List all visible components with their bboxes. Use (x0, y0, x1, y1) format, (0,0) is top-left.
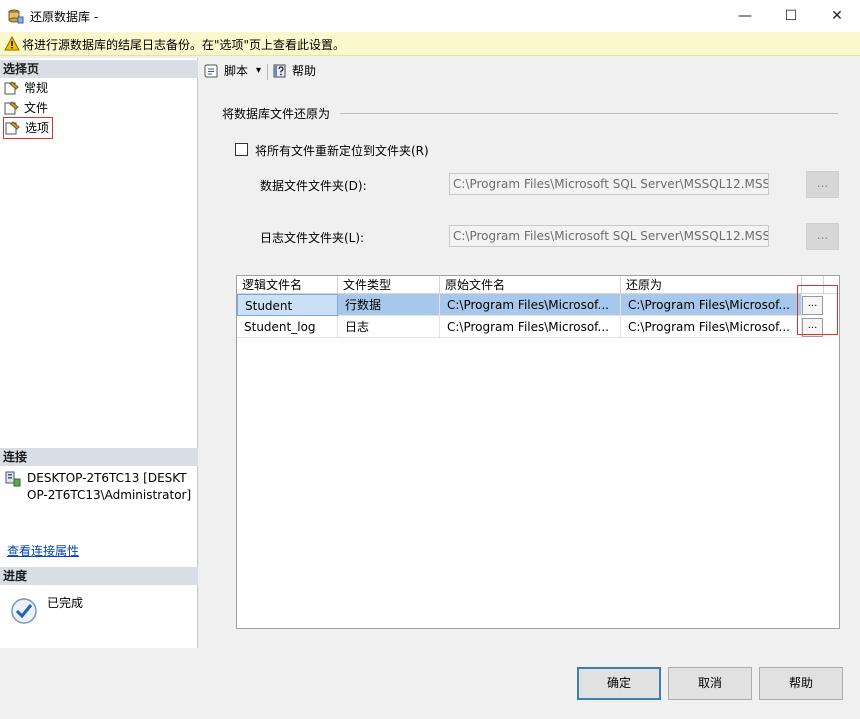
connection-header: 连接 (0, 448, 198, 466)
cell-original-file[interactable]: C:\Program Files\Microsof... (440, 316, 621, 338)
page-label-files: 文件 (24, 101, 49, 115)
data-folder-field: C:\Program Files\Microsoft SQL Server\MS… (449, 173, 769, 195)
group-title: 将数据库文件还原为 (222, 107, 331, 121)
warning-text: 将进行源数据库的结尾日志备份。在"选项"页上查看此设置。 (22, 38, 346, 52)
warning-bar: 将进行源数据库的结尾日志备份。在"选项"页上查看此设置。 (0, 32, 860, 56)
help-book-icon (272, 63, 288, 79)
data-folder-browse-button: ... (806, 171, 839, 198)
connection-info: DESKTOP-2T6TC13 [DESKTOP-2T6TC13\Adminis… (27, 471, 192, 502)
toolbar-separator (267, 64, 268, 80)
page-item-files[interactable]: 文件 (4, 99, 52, 117)
cell-restore-as[interactable]: C:\Program Files\Microsof... (621, 316, 802, 338)
relocate-all-files-checkbox[interactable] (235, 143, 248, 156)
chevron-down-icon[interactable]: ▾ (256, 62, 261, 80)
log-folder-label: 日志文件文件夹(L): (260, 231, 365, 245)
column-header-original-file[interactable]: 原始文件名 (440, 276, 621, 294)
help-toolbar-label: 帮助 (292, 64, 317, 78)
cell-logical-name[interactable]: Student (237, 294, 338, 316)
database-files-grid: 逻辑文件名 文件类型 原始文件名 还原为 Student 行数据 C:\Prog… (236, 275, 840, 629)
group-divider (340, 113, 838, 114)
browse-highlight-annotation (797, 285, 838, 335)
page-item-general[interactable]: 常规 (4, 79, 52, 97)
progress-status: 已完成 (47, 596, 84, 610)
progress-header: 进度 (0, 567, 198, 585)
cell-logical-name[interactable]: Student_log (237, 316, 338, 338)
page-label-general: 常规 (24, 81, 49, 95)
warning-icon (4, 35, 20, 51)
maximize-button[interactable]: ☐ (768, 0, 814, 32)
page-label-options: 选项 (25, 121, 50, 135)
left-pane: 选择页 常规 文件 选项 连接 进度 (0, 58, 198, 648)
column-header-restore-as[interactable]: 还原为 (621, 276, 802, 294)
column-header-logical-name[interactable]: 逻辑文件名 (237, 276, 338, 294)
toolbar: 脚本 ▾ 帮助 (200, 58, 860, 84)
cell-file-type[interactable]: 日志 (338, 316, 440, 338)
ok-button[interactable]: 确定 (577, 667, 661, 700)
log-folder-field: C:\Program Files\Microsoft SQL Server\MS… (449, 225, 769, 247)
script-icon (204, 63, 220, 79)
grid-header: 逻辑文件名 文件类型 原始文件名 还原为 (237, 276, 839, 294)
completed-check-icon (10, 597, 38, 625)
server-connection-icon (5, 471, 21, 487)
cell-original-file[interactable]: C:\Program Files\Microsof... (440, 294, 621, 316)
script-label: 脚本 (224, 64, 249, 78)
help-toolbar-button[interactable]: 帮助 (272, 62, 322, 80)
cancel-button[interactable]: 取消 (668, 667, 752, 700)
table-row[interactable]: Student 行数据 C:\Program Files\Microsof...… (237, 294, 839, 316)
restore-database-icon (8, 8, 24, 24)
script-button[interactable]: 脚本 ▾ (204, 62, 264, 80)
minimize-button[interactable]: — (722, 0, 768, 32)
table-row[interactable]: Student_log 日志 C:\Program Files\Microsof… (237, 316, 839, 338)
close-button[interactable]: ✕ (814, 0, 860, 32)
page-item-options[interactable]: 选项 (3, 117, 53, 139)
help-button[interactable]: 帮助 (759, 667, 843, 700)
column-header-file-type[interactable]: 文件类型 (338, 276, 440, 294)
log-folder-browse-button: ... (806, 223, 839, 250)
cell-restore-as[interactable]: C:\Program Files\Microsof... (621, 294, 802, 316)
page-wrench-icon (5, 121, 20, 135)
view-connection-properties-link[interactable]: 查看连接属性 (7, 542, 79, 559)
page-wrench-icon (4, 81, 19, 95)
window-title: 还原数据库 - (30, 10, 99, 24)
title-bar: 还原数据库 - — ☐ ✕ (0, 0, 860, 32)
relocate-all-files-label[interactable]: 将所有文件重新定位到文件夹(R) (255, 142, 429, 159)
cell-file-type[interactable]: 行数据 (338, 294, 440, 316)
data-folder-label: 数据文件文件夹(D): (260, 179, 367, 193)
page-wrench-icon (4, 101, 19, 115)
select-page-header: 选择页 (0, 60, 198, 78)
